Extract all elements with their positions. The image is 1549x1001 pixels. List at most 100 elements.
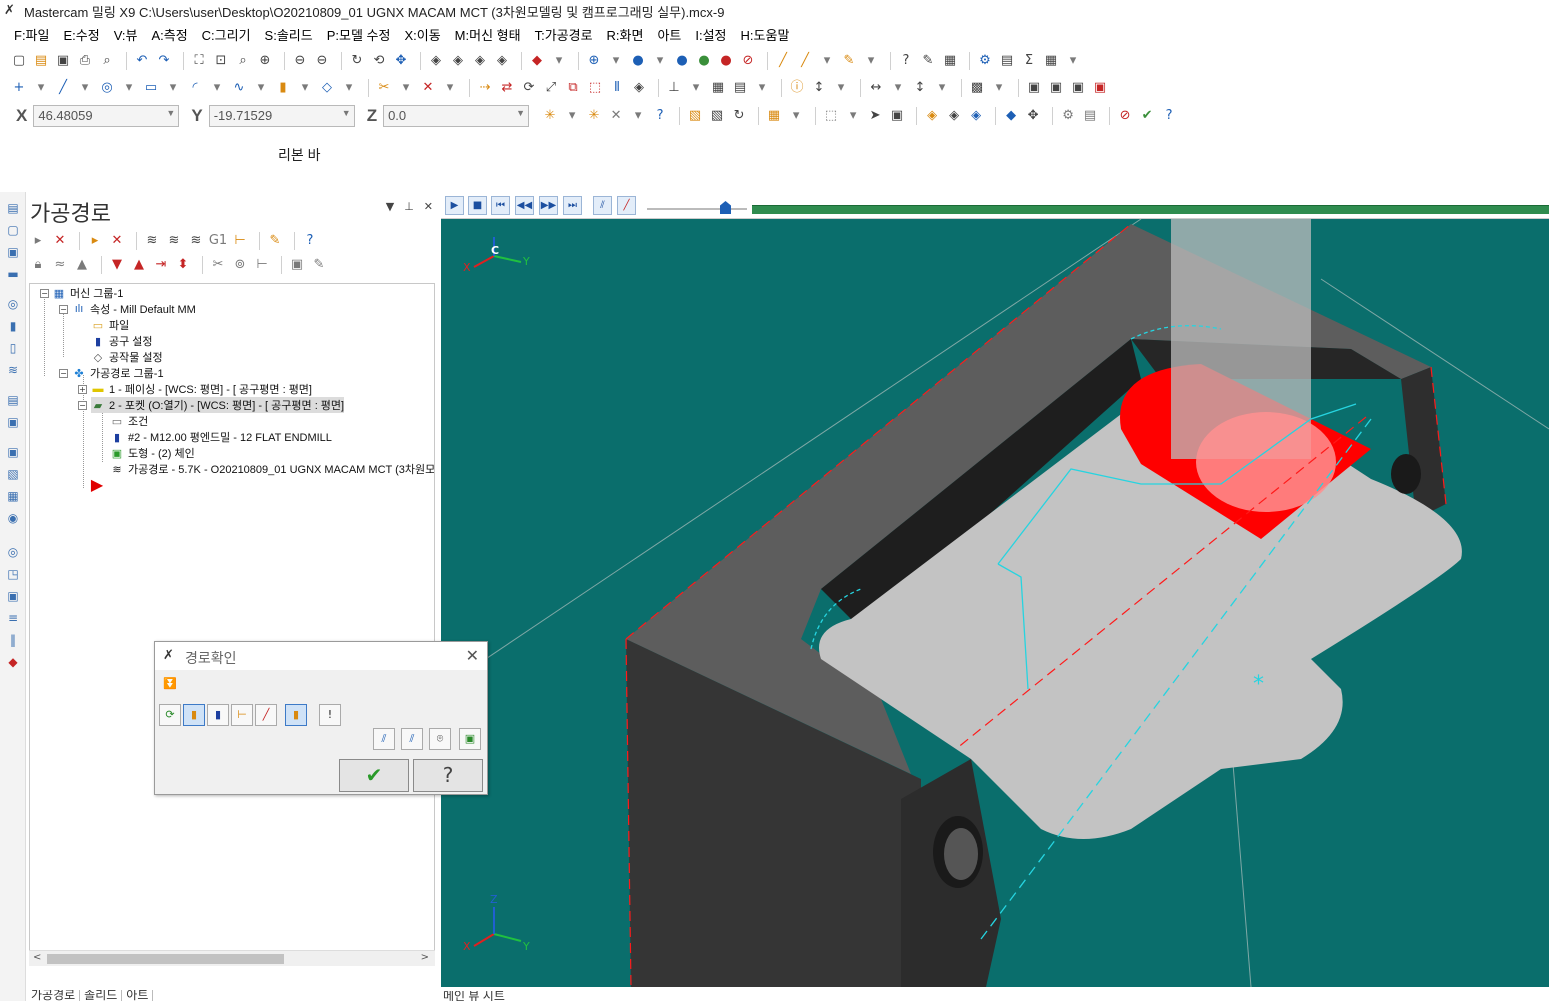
- surface-rough-icon[interactable]: ▣: [5, 414, 21, 430]
- xform-scale-icon[interactable]: ⤢: [542, 79, 560, 97]
- scroll-right-icon[interactable]: >: [421, 952, 429, 963]
- stop-icon[interactable]: ■: [468, 196, 487, 215]
- select-refresh-icon[interactable]: ↻: [730, 107, 748, 125]
- select-dirty-ops-icon[interactable]: ▸: [86, 232, 104, 250]
- tree-node-parameters[interactable]: ▭ 조건: [110, 413, 148, 429]
- scroll-to-insert-icon[interactable]: ⬍: [174, 256, 192, 274]
- skip-back-icon[interactable]: ⏮: [491, 196, 510, 215]
- tree-node-properties[interactable]: ılı 속성 - Mill Default MM: [72, 301, 196, 317]
- menu-view[interactable]: V:뷰: [114, 25, 138, 44]
- verify-selection-icon[interactable]: ✥: [1024, 107, 1042, 125]
- help-pointer-icon[interactable]: ?: [897, 52, 915, 70]
- layers-icon[interactable]: ▦: [941, 52, 959, 70]
- display-tool-icon[interactable]: ▮: [183, 704, 205, 726]
- curve-5axis-icon[interactable]: ▣: [5, 588, 21, 604]
- help-circle-icon[interactable]: ?: [301, 232, 319, 250]
- selection-settings-icon[interactable]: ⚙: [1059, 107, 1077, 125]
- tree-node-tool-settings[interactable]: ▮ 공구 설정: [91, 333, 153, 349]
- dropdown-icon[interactable]: ▾: [607, 52, 625, 70]
- dropdown-icon[interactable]: ▾: [651, 52, 669, 70]
- circle-icon[interactable]: ◎: [98, 79, 116, 97]
- fit-icon[interactable]: ⛶: [190, 52, 208, 70]
- plane-icon[interactable]: ▦: [709, 79, 727, 97]
- transform-toolpath-icon[interactable]: ▦: [5, 488, 21, 504]
- dropdown-icon[interactable]: ▾: [252, 79, 270, 97]
- dropdown-icon[interactable]: ▾: [296, 79, 314, 97]
- close-icon[interactable]: ✕: [424, 200, 433, 213]
- print-icon[interactable]: ⎙: [76, 52, 94, 70]
- delete-icon[interactable]: ✕: [419, 79, 437, 97]
- solid-select-face-icon[interactable]: ◈: [923, 107, 941, 125]
- dropdown-icon[interactable]: ▾: [76, 79, 94, 97]
- machine-sim-icon[interactable]: ▣: [1091, 79, 1109, 97]
- xform-array-icon[interactable]: ⫴: [608, 79, 626, 97]
- autocursor-icon[interactable]: ✳: [541, 107, 559, 125]
- insert-arrow-icon[interactable]: ⇥: [152, 256, 170, 274]
- deselect-ops-icon[interactable]: ✕: [51, 232, 69, 250]
- view-right-icon[interactable]: ◈: [471, 52, 489, 70]
- engrave-icon[interactable]: ▤: [5, 392, 21, 408]
- dimension-vertical-icon[interactable]: ↕: [911, 79, 929, 97]
- dropdown-arrow-icon[interactable]: ▼: [516, 108, 525, 118]
- cube-view-icon[interactable]: ◆: [528, 52, 546, 70]
- toolpath-icon[interactable]: ▤: [5, 200, 21, 216]
- move-up-icon[interactable]: ▲: [130, 256, 148, 274]
- analyze-icon[interactable]: ⓘ: [788, 79, 806, 97]
- menu-analyze[interactable]: A:측정: [151, 25, 187, 44]
- view-top-icon[interactable]: ◈: [427, 52, 445, 70]
- step-motion-icon[interactable]: ⫽: [373, 728, 395, 750]
- select-from-back-icon[interactable]: ◆: [1002, 107, 1020, 125]
- tree-node-files[interactable]: ▭ 파일: [91, 317, 129, 333]
- dropdown-icon[interactable]: ▾: [164, 79, 182, 97]
- help-circle-icon[interactable]: ?: [1160, 107, 1178, 125]
- facing-icon[interactable]: ▬: [5, 266, 21, 282]
- close-icon[interactable]: ✕: [466, 646, 479, 665]
- display-holder-icon[interactable]: ▮: [207, 704, 229, 726]
- help-button[interactable]: ?: [413, 759, 483, 792]
- trace-mode-icon[interactable]: ⫽: [593, 196, 612, 215]
- menu-model-prep[interactable]: P:모델 수정: [327, 25, 391, 44]
- y-coordinate-input[interactable]: -19.71529 ▼: [208, 105, 355, 127]
- graphics-viewport[interactable]: * X Y C X Y Z: [441, 219, 1549, 987]
- shaded-icon[interactable]: ●: [673, 52, 691, 70]
- open-file-icon[interactable]: ▤: [32, 52, 50, 70]
- pointer-icon[interactable]: ➤: [866, 107, 884, 125]
- dropdown-icon[interactable]: ▾: [832, 79, 850, 97]
- dimension-horizontal-icon[interactable]: ↔: [867, 79, 885, 97]
- line-icon[interactable]: ╱: [54, 79, 72, 97]
- cross-icon[interactable]: ✕: [607, 107, 625, 125]
- menu-art[interactable]: 아트: [657, 25, 681, 44]
- xform-translate-icon[interactable]: ⇢: [476, 79, 494, 97]
- undo-icon[interactable]: ↶: [133, 52, 151, 70]
- dropdown-icon[interactable]: ▾: [787, 107, 805, 125]
- menu-toolpaths[interactable]: T:가공경로: [535, 25, 593, 44]
- speed-slider-thumb[interactable]: [720, 201, 731, 214]
- menu-xform[interactable]: X:이동: [404, 25, 440, 44]
- settings-gear-icon[interactable]: ⚙: [976, 52, 994, 70]
- unzoom-icon[interactable]: ⊖: [291, 52, 309, 70]
- select-solid-icon[interactable]: ▣: [888, 107, 906, 125]
- sum-icon[interactable]: Σ: [1020, 52, 1038, 70]
- zoom-out-icon[interactable]: ⊖: [313, 52, 331, 70]
- tree-node-geometry[interactable]: ▣ 도형 - (2) 체인: [110, 445, 195, 461]
- display-ops-icon[interactable]: ⊚: [231, 256, 249, 274]
- post-icon[interactable]: ▣: [1069, 79, 1087, 97]
- step-forward-icon[interactable]: ▶▶: [539, 196, 558, 215]
- save-icon[interactable]: ▣: [54, 52, 72, 70]
- speed-slider-track[interactable]: [647, 208, 747, 210]
- nesting-icon[interactable]: ◉: [5, 510, 21, 526]
- tree-node-toolpath-group[interactable]: ✤ 가공경로 그룹-1: [72, 365, 163, 381]
- verify-icon[interactable]: ▣: [1047, 79, 1065, 97]
- helix-icon[interactable]: ≋: [5, 362, 21, 378]
- grid-icon[interactable]: ▦: [1042, 52, 1060, 70]
- tree-node-stock-setup[interactable]: ◇ 공작물 설정: [91, 349, 163, 365]
- print-preview-icon[interactable]: ⌕: [98, 52, 116, 70]
- shaded-red-icon[interactable]: ●: [717, 52, 735, 70]
- tab-solids[interactable]: 솔리드: [80, 990, 123, 1001]
- new-file-icon[interactable]: ▢: [10, 52, 28, 70]
- view-iso-icon[interactable]: ◈: [493, 52, 511, 70]
- attribute-icon[interactable]: ✎: [840, 52, 858, 70]
- dropdown-icon[interactable]: ▾: [889, 79, 907, 97]
- spline-icon[interactable]: ∿: [230, 79, 248, 97]
- thread-mill-icon[interactable]: ▯: [5, 340, 21, 356]
